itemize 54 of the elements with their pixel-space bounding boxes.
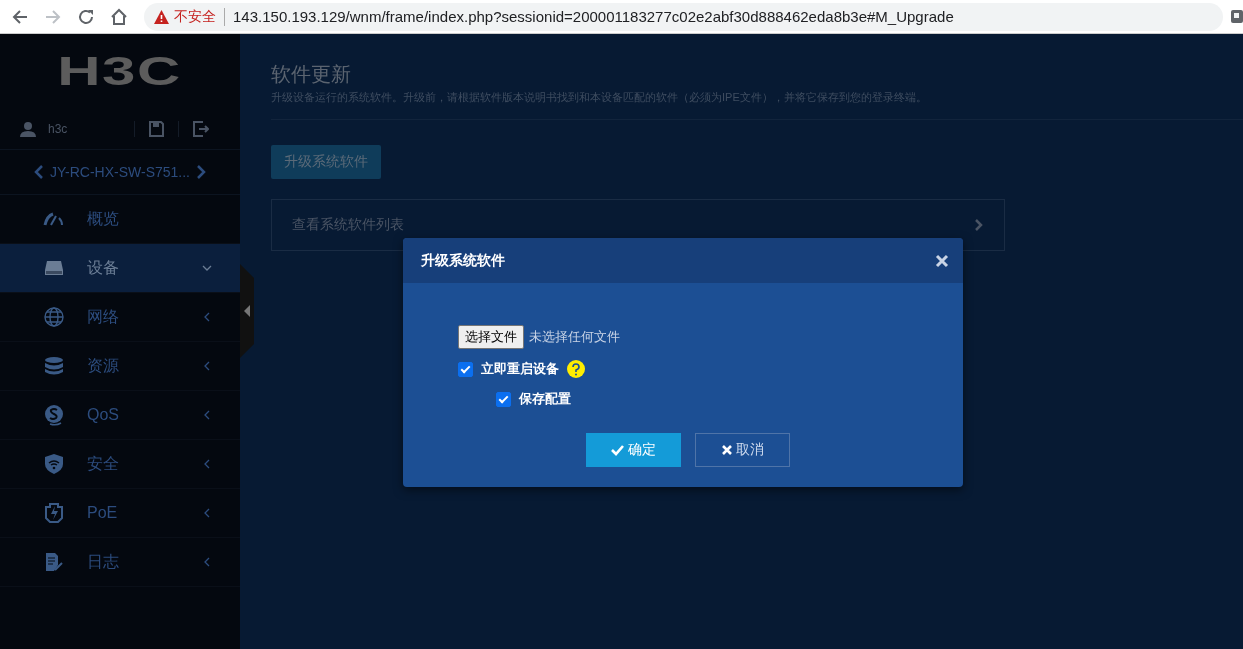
- logout-icon[interactable]: [193, 121, 209, 137]
- username: h3c: [48, 122, 69, 136]
- chevron-right-icon: [974, 218, 984, 232]
- cancel-button[interactable]: 取消: [695, 433, 790, 467]
- qos-icon: [44, 404, 64, 426]
- translate-icon[interactable]: [1231, 8, 1243, 25]
- checkbox[interactable]: [496, 391, 511, 407]
- help-icon[interactable]: [567, 360, 585, 378]
- reload-icon[interactable]: [77, 7, 95, 26]
- chevron-left-icon: [202, 508, 212, 518]
- device-name[interactable]: JY-RC-HX-SW-S751...: [49, 164, 190, 180]
- menu-item[interactable]: 安全: [0, 440, 240, 489]
- menu-item[interactable]: 设备: [0, 244, 240, 293]
- database-icon: [44, 356, 64, 376]
- menu-item[interactable]: 网络: [0, 293, 240, 342]
- shield-icon: [45, 454, 63, 474]
- chevron-left-icon: [202, 557, 212, 567]
- home-icon[interactable]: [110, 7, 128, 26]
- user-icon: [20, 121, 36, 137]
- menu-item[interactable]: 日志: [0, 538, 240, 587]
- document-edit-icon: [44, 552, 64, 572]
- menu-item[interactable]: 资源: [0, 342, 240, 391]
- check-icon: [611, 444, 624, 456]
- save-icon[interactable]: [149, 121, 164, 137]
- collapse-handle[interactable]: [240, 264, 254, 358]
- globe-icon: [44, 307, 64, 327]
- warning-icon: [154, 9, 169, 24]
- chevron-left-icon: [202, 459, 212, 469]
- chevron-left-icon: [33, 164, 44, 180]
- back-icon[interactable]: [11, 7, 29, 26]
- address-field[interactable]: 143.150.193.129/wnm/frame/index.php?sessionid=200001183277c02e2abf30d888462eda8b3e#M_Upgrade: [233, 8, 954, 25]
- checkbox[interactable]: [458, 361, 473, 377]
- confirm-button[interactable]: 确定: [586, 433, 681, 467]
- chevron-down-icon: [202, 263, 212, 273]
- choose-file-button[interactable]: 选择文件: [458, 325, 524, 349]
- chevron-left-icon: [202, 410, 212, 420]
- page-title: 软件更新: [271, 62, 352, 87]
- gauge-icon: [43, 212, 65, 226]
- close-icon: [721, 445, 732, 455]
- menu-item[interactable]: QoS: [0, 391, 240, 440]
- plug-bolt-icon: [44, 503, 64, 523]
- chevron-left-icon: [202, 312, 212, 322]
- file-status: 未选择任何文件: [529, 328, 620, 346]
- close-icon[interactable]: [935, 253, 949, 268]
- chevron-right-icon: [196, 164, 206, 180]
- dialog-title: 升级系统软件: [421, 251, 505, 270]
- checkbox-label: 立即重启设备: [481, 360, 559, 378]
- upgrade-button[interactable]: 升级系统软件: [271, 145, 381, 179]
- panel-label: 查看系统软件列表: [292, 216, 404, 234]
- logo: H3C: [57, 49, 183, 94]
- chevron-left-icon: [202, 361, 212, 371]
- security-warning[interactable]: 不安全: [174, 7, 216, 26]
- checkbox-label: 保存配置: [519, 390, 571, 408]
- drive-icon: [44, 260, 64, 276]
